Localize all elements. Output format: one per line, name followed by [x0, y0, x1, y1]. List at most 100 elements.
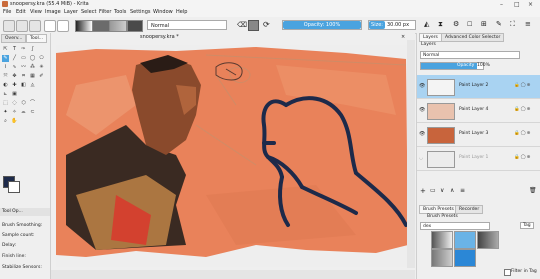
layer-properties-icons[interactable]: 🔒◯⊕	[514, 155, 531, 160]
size-slider[interactable]: Size: 30.00 px	[368, 20, 416, 30]
freehand-path-icon[interactable]: 〰	[20, 64, 27, 71]
menu-view[interactable]: View	[30, 9, 42, 15]
gradient-tool-icon[interactable]: ≡	[525, 20, 531, 28]
tab-toolbox[interactable]: Tool...	[26, 34, 48, 43]
reference-images-icon[interactable]: ▣	[11, 91, 18, 98]
brush-preset[interactable]	[431, 249, 453, 267]
smart-patch-icon[interactable]: ✚	[11, 82, 18, 89]
similar-select-icon[interactable]: ✧	[11, 109, 18, 116]
menu-tools[interactable]: Tools	[114, 9, 126, 15]
freehand-select-icon[interactable]: ⌒	[29, 100, 36, 107]
layer-properties-icon[interactable]: ≡	[460, 187, 465, 194]
delete-layer-icon[interactable]: 🗑	[529, 187, 537, 194]
new-document-icon[interactable]	[3, 20, 15, 32]
preserve-alpha-icon[interactable]	[248, 20, 259, 31]
move-tool-icon[interactable]: ✥	[11, 73, 18, 80]
multibrush-icon[interactable]: ✳	[38, 64, 45, 71]
duplicate-layer-icon[interactable]: ▭	[430, 187, 436, 194]
undo-icon[interactable]	[44, 20, 56, 32]
polygon-tool-icon[interactable]: ⬠	[38, 55, 45, 62]
colorize-mask-icon[interactable]: ◐	[2, 82, 9, 89]
rect-select-icon[interactable]: ⬚	[2, 100, 9, 107]
layer-row[interactable]: 👁 Paint Layer 3 🔒◯⊕	[417, 123, 540, 147]
pan-tool-icon[interactable]: ✋	[11, 118, 18, 125]
menu-window[interactable]: Window	[153, 9, 173, 15]
eraser-icon[interactable]: ⌫	[237, 21, 247, 29]
select-shapes-icon[interactable]: ⇱	[2, 46, 9, 53]
close-button[interactable]: ×	[528, 1, 533, 8]
layer-row[interactable]: ◡ Paint Layer 1 🔒◯⊕	[417, 147, 540, 171]
freehand-brush-icon[interactable]: ✎	[2, 55, 9, 62]
layer-opacity-slider[interactable]: Opacity 100%	[420, 62, 490, 70]
menu-file[interactable]: File	[3, 9, 11, 15]
tab-brush-presets[interactable]: Brush Presets	[419, 205, 458, 214]
menu-layer[interactable]: Layer	[64, 9, 78, 15]
mirror-horizontal-icon[interactable]: ◭	[424, 20, 429, 28]
layer-row[interactable]: 👁 Paint Layer 2 🔒◯⊕	[417, 75, 540, 99]
menu-filter[interactable]: Filter	[99, 9, 111, 15]
layer-blend-mode-select[interactable]: Normal	[420, 51, 520, 59]
drawing-canvas[interactable]	[56, 45, 412, 267]
document-tab-close-icon[interactable]: ×	[401, 34, 405, 40]
brush-preset[interactable]	[431, 231, 453, 249]
layer-row[interactable]: 👁 Paint Layer 4 🔒◯⊕	[417, 99, 540, 123]
maximize-button[interactable]: □	[514, 1, 520, 8]
layer-properties-icons[interactable]: 🔒◯⊕	[514, 83, 531, 88]
brush-preset[interactable]	[454, 249, 476, 267]
layer-properties-icons[interactable]: 🔒◯⊕	[514, 107, 531, 112]
tab-recorder[interactable]: Recorder	[455, 205, 484, 214]
open-document-icon[interactable]	[16, 20, 28, 32]
horizontal-scrollbar[interactable]	[51, 270, 415, 279]
tab-overview[interactable]: Overv...	[1, 34, 27, 43]
tab-layers[interactable]: Layers	[419, 33, 442, 42]
visibility-eye-icon[interactable]: 👁	[419, 83, 425, 89]
ellipse-tool-icon[interactable]: ◯	[29, 55, 36, 62]
crop-tool-icon[interactable]: ⌗	[20, 73, 27, 80]
menu-settings[interactable]: Settings	[130, 9, 151, 15]
brush-filter-input[interactable]: dex	[420, 222, 490, 230]
reload-preset-icon[interactable]: ⟳	[263, 20, 270, 29]
edit-shapes-icon[interactable]: ✑	[20, 46, 27, 53]
bezier-tool-icon[interactable]: ∿	[11, 64, 18, 71]
layer-properties-icons[interactable]: 🔒◯⊕	[514, 131, 531, 136]
menu-select[interactable]: Select	[81, 9, 96, 15]
menu-edit[interactable]: Edit	[16, 9, 26, 15]
document-tab[interactable]: snoopersy.kra *	[140, 34, 179, 40]
tag-button[interactable]: Tag	[520, 222, 534, 229]
gradient-tool-icon[interactable]: ▦	[29, 73, 36, 80]
save-document-icon[interactable]	[29, 20, 41, 32]
polyline-tool-icon[interactable]: ⌇	[2, 64, 9, 71]
brush-preset[interactable]	[477, 231, 499, 249]
opacity-slider[interactable]: Opacity: 100%	[282, 20, 362, 30]
assistant-tool-icon[interactable]: ◬	[29, 82, 36, 89]
gradient-swatch[interactable]	[75, 20, 93, 32]
background-color-swatch[interactable]	[8, 181, 20, 193]
tab-advanced-color-selector[interactable]: Advanced Color Selector	[441, 33, 505, 42]
fill-tool-icon[interactable]: ◧	[20, 82, 27, 89]
redo-icon[interactable]	[57, 20, 69, 32]
minimize-button[interactable]: –	[500, 1, 503, 8]
move-layer-up-icon[interactable]: ∧	[450, 187, 454, 194]
mirror-vertical-icon[interactable]: ⧗	[438, 20, 443, 29]
calligraphy-icon[interactable]: ∫	[29, 46, 36, 53]
workspace-icon[interactable]: ☐	[467, 21, 472, 28]
add-layer-icon[interactable]: +	[420, 187, 426, 195]
visibility-eye-icon[interactable]: ◡	[419, 155, 423, 161]
transform-tool-icon[interactable]: ⤧	[2, 73, 9, 80]
dynamic-brush-icon[interactable]: ⁂	[29, 64, 36, 71]
brush-icon[interactable]: ✎	[496, 20, 502, 28]
bezier-select-icon[interactable]: ⌓	[20, 109, 27, 116]
line-tool-icon[interactable]: ╱	[11, 55, 18, 62]
vertical-scrollbar[interactable]	[407, 40, 415, 268]
contiguous-select-icon[interactable]: ✦	[2, 109, 9, 116]
menu-image[interactable]: Image	[45, 9, 61, 15]
brush-preset[interactable]	[454, 231, 476, 249]
brush-editor-button[interactable]	[127, 20, 143, 32]
move-layer-down-icon[interactable]: ∨	[440, 187, 444, 194]
measure-tool-icon[interactable]: ⊾	[2, 91, 9, 98]
text-tool-icon[interactable]: T	[11, 46, 18, 53]
brush-preset-swatch[interactable]	[109, 20, 127, 32]
wrap-around-icon[interactable]: ⊞	[481, 20, 487, 28]
filter-in-tag-checkbox[interactable]	[504, 269, 511, 276]
rectangle-tool-icon[interactable]: ▭	[20, 55, 27, 62]
